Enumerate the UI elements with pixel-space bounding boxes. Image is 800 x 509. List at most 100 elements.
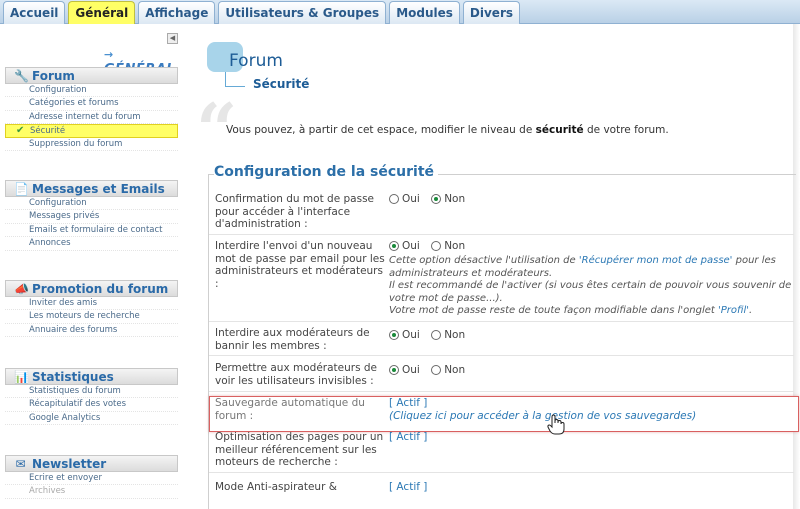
profile-link[interactable]: 'Profil' xyxy=(718,305,749,316)
document-icon: 📄 xyxy=(14,181,29,196)
menu-head-label: Forum xyxy=(32,68,75,83)
sidebar-item-google-analytics[interactable]: Google Analytics xyxy=(5,412,178,426)
setting-row-ban: Interdire aux modérateurs de bannir les … xyxy=(209,327,794,356)
setting-label: Interdire aux modérateurs de bannir les … xyxy=(215,327,370,352)
setting-label: Interdire l'envoi d'un nouveau mot de pa… xyxy=(215,240,385,291)
setting-row-backup: Sauvegarde automatique du forum : [ Acti… xyxy=(209,397,794,431)
setting-label: Mode Anti-aspirateur & xyxy=(215,481,337,493)
radio-label: Non xyxy=(444,193,466,205)
menu-group-forum: 🔧 Forum Configuration Catégories et foru… xyxy=(5,67,178,151)
radio-circle xyxy=(431,365,442,376)
setting-note: Votre mot de passe reste de toute façon … xyxy=(389,305,799,318)
radio-label: Oui xyxy=(402,364,420,376)
setting-value: [ Actif ] xyxy=(389,481,799,494)
intro-before: Vous pouvez, à partir de cet espace, mod… xyxy=(226,124,536,136)
tab-general[interactable]: Général xyxy=(68,1,136,24)
tab-list: Accueil Général Affichage Utilisateurs &… xyxy=(3,1,521,24)
radio-non[interactable]: Non xyxy=(431,193,465,206)
page-subtitle: Sécurité xyxy=(253,77,310,91)
radio-circle-selected xyxy=(389,241,399,252)
intro-bold: sécurité xyxy=(535,124,584,136)
radio-non[interactable]: Non xyxy=(431,364,465,377)
setting-label: Optimisation des pages pour un meilleur … xyxy=(215,431,384,469)
setting-label: Sauvegarde automatique du forum : xyxy=(215,397,365,422)
sidebar-item-stats-forum[interactable]: Statistiques du forum xyxy=(5,385,178,399)
sidebar-item-adresse[interactable]: Adresse internet du forum xyxy=(5,111,178,125)
menu-head-label: Promotion du forum xyxy=(32,281,169,296)
menu-group-statistiques: 📊 Statistiques Statistiques du forum Réc… xyxy=(5,368,178,426)
setting-note: Cette option désactive l'utilisation de … xyxy=(389,255,799,280)
megaphone-icon: 📣 xyxy=(14,281,29,296)
sidebar-item-ecrire[interactable]: Ecrire et envoyer xyxy=(5,472,178,486)
radio-label: Non xyxy=(444,240,466,252)
menu-head-messages[interactable]: 📄 Messages et Emails xyxy=(5,180,178,197)
sidebar-item-messages-prives[interactable]: Messages privés xyxy=(5,210,178,224)
sidebar-item-securite[interactable]: ✔ Sécurité xyxy=(5,124,178,138)
intro-after: de votre forum. xyxy=(583,124,669,136)
radio-oui[interactable]: Oui xyxy=(389,240,420,253)
sidebar-item-inviter[interactable]: Inviter des amis xyxy=(5,297,178,311)
sidebar-item-recap-votes[interactable]: Récapitulatif des votes xyxy=(5,398,178,412)
sidebar-item-suppression[interactable]: Suppression du forum xyxy=(5,138,178,151)
wrench-icon: 🔧 xyxy=(14,68,29,83)
menu-head-forum[interactable]: 🔧 Forum xyxy=(5,67,178,84)
menu-head-label: Newsletter xyxy=(32,456,107,471)
collapse-sidebar-icon[interactable]: ◀ xyxy=(167,33,178,44)
setting-label: Permettre aux modérateurs de voir les ut… xyxy=(215,362,378,387)
fieldset-title: Configuration de la sécurité xyxy=(214,164,439,180)
tab-accueil[interactable]: Accueil xyxy=(3,1,66,24)
setting-value: Oui Non xyxy=(389,329,799,344)
setting-value: [ Actif ] (Cliquez ici pour accéder à la… xyxy=(389,397,799,422)
menu-head-label: Messages et Emails xyxy=(32,181,165,196)
setting-row-password-email: Interdire l'envoi d'un nouveau mot de pa… xyxy=(209,240,794,322)
radio-label: Oui xyxy=(402,329,420,341)
tab-modules[interactable]: Modules xyxy=(389,1,460,24)
sidebar-item-categories[interactable]: Catégories et forums xyxy=(5,97,178,111)
setting-value: Oui Non Cette option désactive l'utilisa… xyxy=(389,240,799,318)
menu-head-newsletter[interactable]: ✉ Newsletter xyxy=(5,455,178,472)
menu-head-promotion[interactable]: 📣 Promotion du forum xyxy=(5,280,178,297)
setting-label: Confirmation du mot de passe pour accéde… xyxy=(215,193,374,231)
radio-non[interactable]: Non xyxy=(431,329,465,342)
backup-manage-link[interactable]: (Cliquez ici pour accéder à la gestion d… xyxy=(389,410,799,423)
sidebar-item-archives[interactable]: Archives xyxy=(5,485,178,499)
sidebar-item-annuaire[interactable]: Annuaire des forums xyxy=(5,324,178,338)
radio-label: Non xyxy=(444,364,466,376)
backup-status-link[interactable]: [ Actif ] xyxy=(389,397,799,410)
setting-note: Il est recommandé de l'activer (si vous … xyxy=(389,280,792,304)
seo-status-link[interactable]: [ Actif ] xyxy=(389,431,799,444)
radio-label: Oui xyxy=(402,240,420,252)
sidebar-item-configuration[interactable]: Configuration xyxy=(5,197,178,211)
radio-circle xyxy=(431,241,442,252)
menu-group-messages: 📄 Messages et Emails Configuration Messa… xyxy=(5,180,178,251)
radio-oui[interactable]: Oui xyxy=(389,193,420,206)
setting-row-invisible: Permettre aux modérateurs de voir les ut… xyxy=(209,362,794,392)
page-title: Forum xyxy=(229,51,283,71)
radio-circle xyxy=(389,194,399,205)
setting-row-confirmation: Confirmation du mot de passe pour accéde… xyxy=(209,193,794,235)
tab-utilisateurs-groupes[interactable]: Utilisateurs & Groupes xyxy=(218,1,387,24)
setting-value: Oui Non xyxy=(389,193,799,208)
radio-circle-selected xyxy=(389,365,399,376)
connector-line xyxy=(225,72,226,87)
sidebar-item-annonces[interactable]: Annonces xyxy=(5,237,178,251)
menu-head-statistiques[interactable]: 📊 Statistiques xyxy=(5,368,178,385)
anti-scraper-status-link[interactable]: [ Actif ] xyxy=(389,481,799,494)
radio-oui[interactable]: Oui xyxy=(389,364,420,377)
radio-label: Non xyxy=(444,329,466,341)
menu-group-newsletter: ✉ Newsletter Ecrire et envoyer Archives xyxy=(5,455,178,499)
radio-circle-selected xyxy=(431,194,442,205)
recover-password-link[interactable]: 'Récupérer mon mot de passe' xyxy=(579,255,733,266)
tab-divers[interactable]: Divers xyxy=(462,1,521,24)
tab-affichage[interactable]: Affichage xyxy=(138,1,216,24)
sidebar-item-configuration[interactable]: Configuration xyxy=(5,84,178,98)
intro-text: Vous pouvez, à partir de cet espace, mod… xyxy=(226,124,669,136)
chart-icon: 📊 xyxy=(14,369,29,384)
radio-oui[interactable]: Oui xyxy=(389,329,420,342)
setting-value: [ Actif ] xyxy=(389,431,799,444)
sidebar-item-emails-contact[interactable]: Emails et formulaire de contact xyxy=(5,224,178,238)
sidebar-item-moteurs[interactable]: Les moteurs de recherche xyxy=(5,310,178,324)
hand-cursor-icon xyxy=(547,414,565,435)
note-text: . xyxy=(749,305,753,317)
radio-non[interactable]: Non xyxy=(431,240,465,253)
